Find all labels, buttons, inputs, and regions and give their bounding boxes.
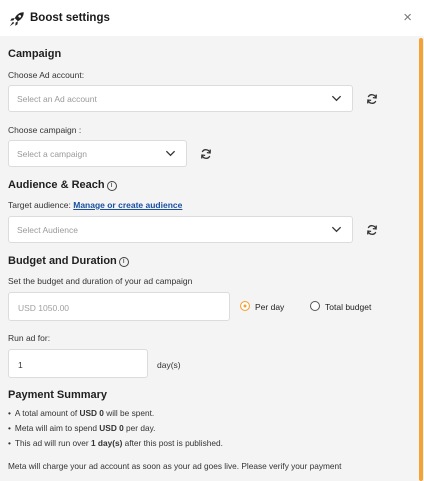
budget-amount-placeholder: USD 1050.00 — [18, 303, 70, 313]
summary-text: Meta will aim to spend — [14, 423, 100, 433]
scrollbar[interactable] — [418, 36, 424, 481]
run-days-unit: day(s) — [157, 360, 181, 370]
summary-text: per day. — [123, 423, 156, 433]
chevron-down-icon — [331, 226, 342, 233]
ad-account-placeholder: Select an Ad account — [17, 94, 97, 104]
chevron-down-icon — [331, 95, 342, 102]
run-days-input[interactable]: 1 — [8, 349, 148, 378]
payment-summary-heading: Payment Summary — [8, 389, 108, 401]
budget-description: Set the budget and duration of your ad c… — [8, 276, 193, 286]
radio-selected-icon — [240, 301, 250, 311]
budget-heading: Budget and Duration i — [8, 255, 129, 267]
summary-amount: USD 0 — [79, 408, 104, 418]
campaign-select[interactable]: Select a campaign — [8, 140, 187, 167]
list-item: A total amount of USD 0 will be spent. — [8, 408, 223, 423]
budget-heading-text: Budget and Duration — [8, 255, 117, 267]
refresh-campaigns-icon[interactable] — [200, 148, 212, 160]
summary-text: A total amount of — [14, 408, 80, 418]
run-ad-label: Run ad for: — [8, 333, 51, 343]
list-item: This ad will run over 1 day(s) after thi… — [8, 438, 223, 453]
audience-placeholder: Select Audience — [17, 225, 78, 235]
summary-list: A total amount of USD 0 will be spent. M… — [8, 408, 223, 453]
audience-select[interactable]: Select Audience — [8, 216, 353, 243]
dialog-title: Boost settings — [30, 12, 110, 24]
campaign-label: Choose campaign : — [8, 125, 82, 135]
campaign-heading: Campaign — [8, 48, 62, 60]
ad-account-label: Choose Ad account: — [8, 70, 85, 80]
refresh-ad-accounts-icon[interactable] — [366, 93, 378, 105]
refresh-audience-icon[interactable] — [366, 224, 378, 236]
summary-amount: USD 0 — [99, 423, 124, 433]
budget-amount-input[interactable]: USD 1050.00 — [8, 292, 230, 321]
audience-heading: Audience & Reach i — [8, 179, 117, 191]
total-budget-label: Total budget — [325, 302, 372, 312]
audience-heading-text: Audience & Reach — [8, 179, 105, 191]
ad-account-select[interactable]: Select an Ad account — [8, 85, 353, 112]
dialog-header: Boost settings × — [0, 0, 424, 36]
summary-text: This ad will run over — [14, 438, 91, 448]
summary-text: after this post is published. — [122, 438, 223, 448]
info-icon[interactable]: i — [106, 181, 117, 191]
scrollbar-thumb[interactable] — [419, 38, 423, 481]
run-days-value: 1 — [18, 360, 23, 370]
manage-audience-link[interactable]: Manage or create audience — [73, 200, 182, 210]
list-item: Meta will aim to spend USD 0 per day. — [8, 423, 223, 438]
target-audience-label: Target audience: Manage or create audien… — [8, 200, 182, 210]
campaign-placeholder: Select a campaign — [17, 149, 87, 159]
per-day-label: Per day — [255, 302, 285, 312]
summary-duration: 1 day(s) — [91, 438, 123, 448]
rocket-icon — [9, 12, 24, 27]
summary-text: will be spent. — [103, 408, 155, 418]
target-audience-text: Target audience: — [8, 200, 71, 210]
radio-unselected-icon — [310, 301, 320, 311]
chevron-down-icon — [165, 150, 176, 157]
payment-footer-note: Meta will charge your ad account as soon… — [8, 461, 342, 471]
close-icon[interactable]: × — [403, 10, 412, 25]
info-icon[interactable]: i — [118, 257, 129, 267]
